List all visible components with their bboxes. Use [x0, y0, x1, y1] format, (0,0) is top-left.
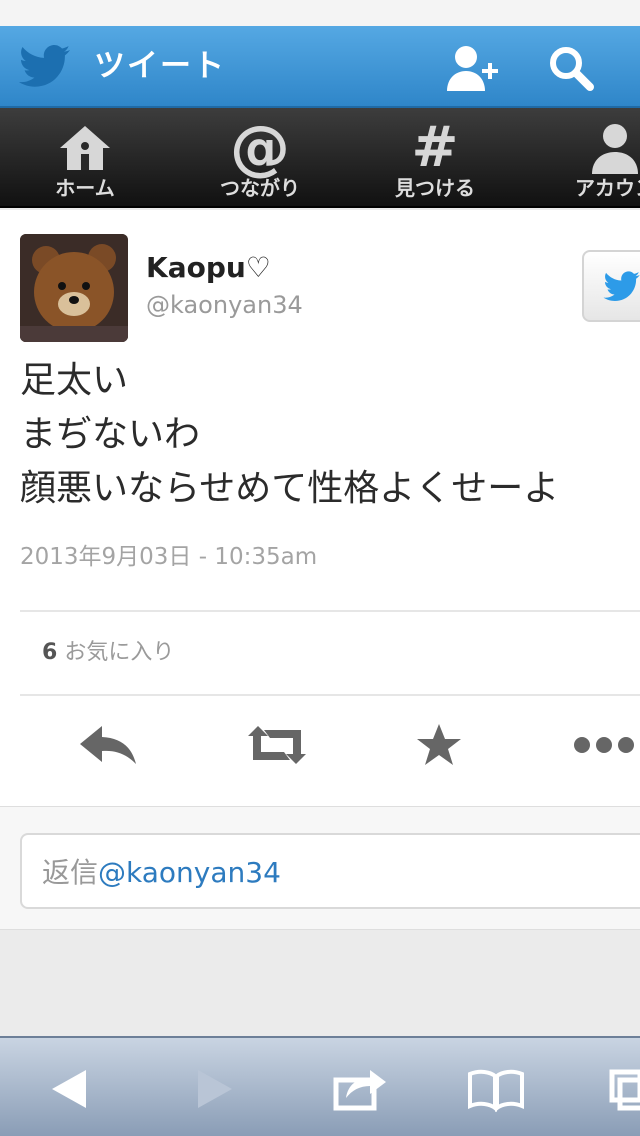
favorites-label: お気に入り: [64, 640, 175, 665]
tweet-line: 足太い: [20, 360, 129, 401]
tab-account[interactable]: アカウン: [530, 108, 640, 208]
home-icon: [60, 126, 110, 170]
tweet-actions: [0, 710, 640, 780]
tab-discover[interactable]: # 見つける: [350, 108, 520, 208]
tweet-line: まぢないわ: [20, 414, 201, 455]
top-bar: ツイート: [0, 26, 640, 108]
app-screen: ツイート ホーム @ つながり # 見つける アカウ Kaopu♡ @kaony…: [0, 0, 640, 1136]
reply-prefix: 返信: [42, 856, 99, 889]
page-title: ツイート: [94, 48, 226, 84]
reply-area: 返信@kaonyan34: [0, 806, 640, 930]
back-icon[interactable]: [40, 1064, 100, 1114]
divider: [20, 694, 640, 696]
more-icon[interactable]: [570, 722, 640, 768]
search-icon[interactable]: [546, 43, 596, 93]
tab-connect[interactable]: @ つながり: [175, 108, 345, 208]
tabs-icon[interactable]: [604, 1064, 640, 1114]
reply-icon[interactable]: [76, 722, 142, 768]
divider: [20, 610, 640, 612]
reply-placeholder: 返信@kaonyan34: [42, 853, 281, 893]
hash-icon: #: [411, 115, 459, 180]
user-handle[interactable]: @kaonyan34: [146, 288, 303, 322]
favorites-count-row[interactable]: 6 お気に入り: [42, 638, 174, 668]
tweet-card: Kaopu♡ @kaonyan34 足太い まぢないわ 顔悪いならせめて性格よく…: [0, 210, 640, 806]
tweet-body: 足太い まぢないわ 顔悪いならせめて性格よくせーよ: [20, 354, 636, 516]
avatar[interactable]: [20, 234, 128, 342]
account-icon: [592, 124, 638, 174]
forward-icon[interactable]: [184, 1064, 244, 1114]
tab-connect-label: つながり: [220, 176, 300, 200]
follow-button[interactable]: [582, 250, 640, 322]
twitter-bird-icon: [603, 271, 640, 301]
tab-discover-label: 見つける: [395, 176, 475, 200]
share-icon[interactable]: [330, 1064, 390, 1114]
retweet-icon[interactable]: [244, 722, 310, 768]
tab-home-label: ホーム: [55, 176, 115, 200]
twitter-bird-icon[interactable]: [18, 43, 72, 91]
tab-account-label: アカウン: [575, 176, 640, 200]
favorite-star-icon[interactable]: [406, 722, 472, 768]
reply-input[interactable]: 返信@kaonyan34: [20, 833, 640, 909]
tweet-line: 顔悪いならせめて性格よくせーよ: [20, 468, 560, 509]
at-icon: @: [230, 113, 290, 183]
bookmarks-icon[interactable]: [466, 1064, 526, 1114]
display-name[interactable]: Kaopu♡: [146, 248, 271, 288]
bear-avatar-image: [20, 234, 128, 342]
browser-toolbar: [0, 1036, 640, 1136]
status-bar: [0, 0, 640, 26]
tab-bar: ホーム @ つながり # 見つける アカウン: [0, 108, 640, 208]
reply-mention: @kaonyan34: [98, 856, 281, 889]
favorites-count: 6: [42, 640, 58, 665]
tab-home[interactable]: ホーム: [0, 108, 170, 208]
add-user-icon[interactable]: [444, 43, 504, 93]
tweet-timestamp: 2013年9月03日 - 10:35am: [20, 544, 318, 570]
